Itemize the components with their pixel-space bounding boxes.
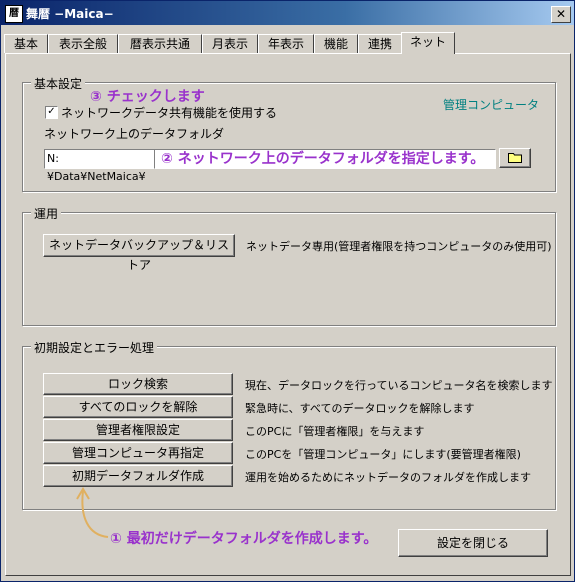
folder-label: ネットワーク上のデータフォルダ	[44, 127, 225, 141]
create-initial-folder-button[interactable]: 初期データフォルダ作成	[43, 465, 233, 487]
share-checkbox[interactable]: ✓	[45, 106, 58, 119]
operation-group: 運用 ネットデータバックアップ＆リストア ネットデータ専用(管理者権限を持つコン…	[22, 205, 556, 326]
close-settings-button[interactable]: 設定を閉じる	[398, 529, 548, 557]
manager-pc-label: 管理コンピュータ	[443, 98, 540, 112]
app-icon: 暦	[5, 5, 23, 23]
browse-folder-button[interactable]	[499, 148, 531, 168]
annotation-arrow	[76, 487, 109, 538]
tab-calendar-common[interactable]: 暦表示共通	[118, 34, 202, 53]
tab-integration[interactable]: 連携	[358, 34, 402, 53]
tab-display-general[interactable]: 表示全般	[48, 34, 118, 53]
lock-search-desc: 現在、データロックを行っているコンピュータ名を検索します	[245, 379, 553, 392]
tab-network[interactable]: ネット	[401, 32, 455, 54]
folder-path-input[interactable]: N:¥Data¥NetMaica¥	[44, 149, 156, 183]
tab-functions[interactable]: 機能	[314, 34, 358, 53]
manager-pc-reassign-button[interactable]: 管理コンピュータ再指定	[43, 442, 233, 464]
annotation-1: ① 最初だけデータフォルダを作成します。	[110, 531, 378, 547]
backup-restore-button[interactable]: ネットデータバックアップ＆リストア	[43, 234, 235, 272]
share-checkbox-label: ネットワークデータ共有機能を使用する	[61, 106, 278, 120]
window-title: 舞暦 −Maica−	[26, 7, 114, 21]
unlock-all-desc: 緊急時に、すべてのデータロックを解除します	[245, 402, 475, 415]
admin-rights-desc: このPCに「管理者権限」を与えます	[245, 425, 425, 438]
create-initial-folder-desc: 運用を始めるためにネットデータのフォルダを作成します	[245, 471, 531, 484]
unlock-all-button[interactable]: すべてのロックを解除	[43, 396, 233, 418]
tab-basic[interactable]: 基本	[4, 34, 48, 53]
annotation-2: ② ネットワーク上のデータフォルダを指定します。	[161, 151, 485, 167]
backup-description: ネットデータ専用(管理者権限を持つコンピュータのみ使用可)	[246, 240, 552, 253]
title-bar: 暦 舞暦 −Maica− ✕	[1, 1, 574, 25]
tab-year-view[interactable]: 年表示	[258, 34, 314, 53]
lock-search-button[interactable]: ロック検索	[43, 373, 233, 395]
operation-title: 運用	[31, 205, 62, 222]
admin-rights-button[interactable]: 管理者権限設定	[43, 419, 233, 441]
annotation-3: ③ チェックします	[90, 89, 205, 105]
init-error-title: 初期設定とエラー処理	[31, 339, 158, 356]
tab-month-view[interactable]: 月表示	[202, 34, 258, 53]
close-window-button[interactable]: ✕	[551, 6, 571, 23]
basic-settings-title: 基本設定	[31, 75, 86, 92]
folder-icon	[508, 153, 522, 163]
manager-pc-reassign-desc: このPCを「管理コンピュータ」にします(要管理者権限)	[245, 448, 521, 461]
